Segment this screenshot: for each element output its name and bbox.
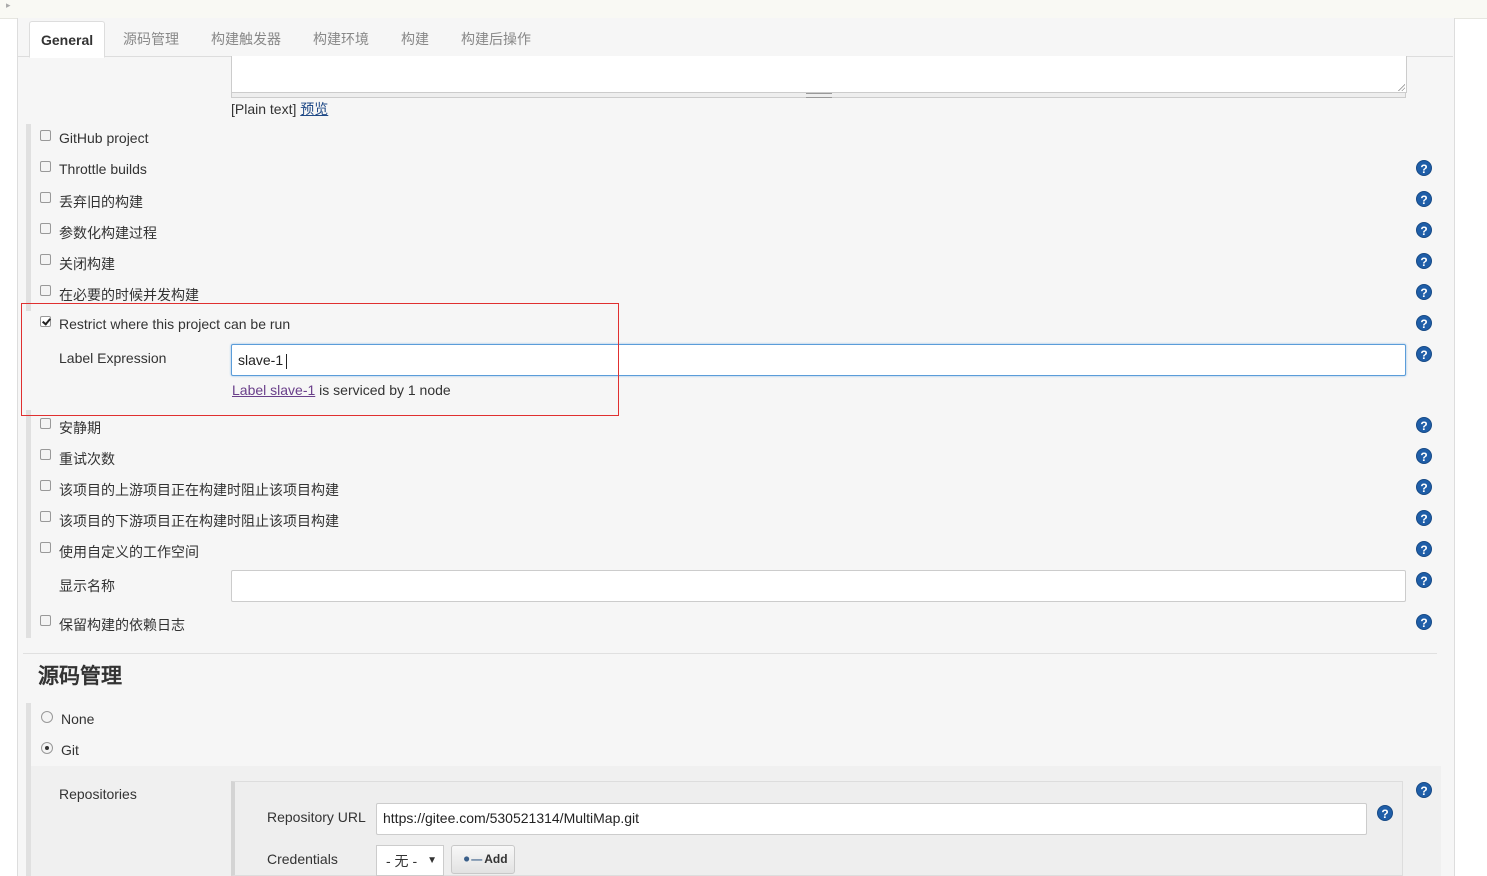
scm-none-radio[interactable] bbox=[41, 711, 53, 723]
concurrent-build-checkbox[interactable] bbox=[40, 285, 51, 296]
repositories-label: Repositories bbox=[59, 786, 137, 802]
preview-link[interactable]: 预览 bbox=[300, 101, 328, 117]
credentials-select[interactable]: - 无 - ▼ bbox=[376, 845, 444, 876]
tab-build-triggers[interactable]: 构建触发器 bbox=[200, 21, 292, 55]
help-icon[interactable]: ? bbox=[1416, 479, 1432, 495]
tab-post-build[interactable]: 构建后操作 bbox=[450, 21, 542, 55]
keep-dependencies-label: 保留构建的依赖日志 bbox=[59, 617, 185, 633]
custom-workspace-label: 使用自定义的工作空间 bbox=[59, 544, 199, 560]
block-upstream-checkbox[interactable] bbox=[40, 480, 51, 491]
help-icon[interactable]: ? bbox=[1416, 614, 1432, 630]
help-icon[interactable]: ? bbox=[1416, 253, 1432, 269]
help-icon[interactable]: ? bbox=[1416, 284, 1432, 300]
help-icon[interactable]: ? bbox=[1416, 160, 1432, 176]
retry-count-checkbox[interactable] bbox=[40, 449, 51, 460]
concurrent-build-label: 在必要的时候并发构建 bbox=[59, 287, 199, 303]
top-strip: ▸ bbox=[0, 0, 1487, 19]
repository-url-input[interactable]: https://gitee.com/530521314/MultiMap.git bbox=[376, 803, 1367, 835]
resizer-handle-icon bbox=[806, 93, 832, 98]
help-icon[interactable]: ? bbox=[1416, 510, 1432, 526]
scm-git-radio[interactable] bbox=[41, 742, 53, 754]
option-group-bar bbox=[26, 410, 31, 638]
block-downstream-checkbox[interactable] bbox=[40, 511, 51, 522]
discard-old-builds-label: 丢弃旧的构建 bbox=[59, 194, 143, 210]
disable-build-checkbox[interactable] bbox=[40, 254, 51, 265]
help-icon[interactable]: ? bbox=[1416, 541, 1432, 557]
tab-build[interactable]: 构建 bbox=[390, 21, 440, 55]
scm-section-title: 源码管理 bbox=[38, 665, 122, 688]
retry-count-label: 重试次数 bbox=[59, 451, 115, 467]
option-group-bar bbox=[26, 124, 31, 311]
add-credentials-button[interactable]: ⚫— Add bbox=[451, 845, 515, 874]
github-project-label: GitHub project bbox=[59, 130, 149, 146]
resize-grip-icon[interactable] bbox=[1397, 83, 1405, 91]
block-downstream-label: 该项目的下游项目正在构建时阻止该项目构建 bbox=[59, 513, 339, 529]
section-divider bbox=[23, 653, 1437, 654]
highlight-box bbox=[21, 303, 619, 416]
display-name-label: 显示名称 bbox=[59, 578, 115, 594]
help-icon[interactable]: ? bbox=[1416, 191, 1432, 207]
help-icon[interactable]: ? bbox=[1416, 782, 1432, 798]
parameterized-build-label: 参数化构建过程 bbox=[59, 225, 157, 241]
tab-scm[interactable]: 源码管理 bbox=[112, 21, 190, 55]
credentials-label: Credentials bbox=[267, 851, 338, 867]
scm-none-label: None bbox=[61, 711, 95, 727]
display-name-input[interactable] bbox=[231, 570, 1406, 602]
keep-dependencies-checkbox[interactable] bbox=[40, 615, 51, 626]
parameterized-build-checkbox[interactable] bbox=[40, 223, 51, 234]
quiet-period-label: 安静期 bbox=[59, 420, 101, 436]
repository-url-label: Repository URL bbox=[267, 809, 366, 825]
custom-workspace-checkbox[interactable] bbox=[40, 542, 51, 553]
help-icon[interactable]: ? bbox=[1416, 346, 1432, 362]
block-upstream-label: 该项目的上游项目正在构建时阻止该项目构建 bbox=[59, 482, 339, 498]
add-button-label: Add bbox=[484, 852, 508, 866]
help-icon[interactable]: ? bbox=[1416, 315, 1432, 331]
throttle-builds-checkbox[interactable] bbox=[40, 161, 51, 172]
help-icon[interactable]: ? bbox=[1416, 222, 1432, 238]
description-format: [Plain text] 预览 bbox=[231, 99, 328, 119]
format-note: [Plain text] bbox=[231, 101, 297, 117]
quiet-period-checkbox[interactable] bbox=[40, 418, 51, 429]
credentials-value: - 无 - bbox=[386, 853, 418, 869]
config-panel bbox=[17, 18, 1455, 876]
scm-git-label: Git bbox=[61, 742, 79, 758]
tab-build-environment[interactable]: 构建环境 bbox=[302, 21, 380, 55]
textarea-resizer[interactable] bbox=[231, 93, 1406, 98]
help-icon[interactable]: ? bbox=[1377, 805, 1393, 821]
dropdown-arrow-icon: ▼ bbox=[427, 855, 437, 866]
help-icon[interactable]: ? bbox=[1416, 417, 1432, 433]
github-project-checkbox[interactable] bbox=[40, 130, 51, 141]
description-textarea[interactable] bbox=[231, 56, 1407, 93]
disable-build-label: 关闭构建 bbox=[59, 256, 115, 272]
throttle-builds-label: Throttle builds bbox=[59, 161, 147, 177]
key-icon: ⚫— bbox=[462, 854, 483, 866]
tab-general[interactable]: General bbox=[29, 21, 106, 58]
expand-caret-icon[interactable]: ▸ bbox=[6, 0, 11, 11]
discard-old-builds-checkbox[interactable] bbox=[40, 192, 51, 203]
help-icon[interactable]: ? bbox=[1416, 448, 1432, 464]
help-icon[interactable]: ? bbox=[1416, 572, 1432, 588]
